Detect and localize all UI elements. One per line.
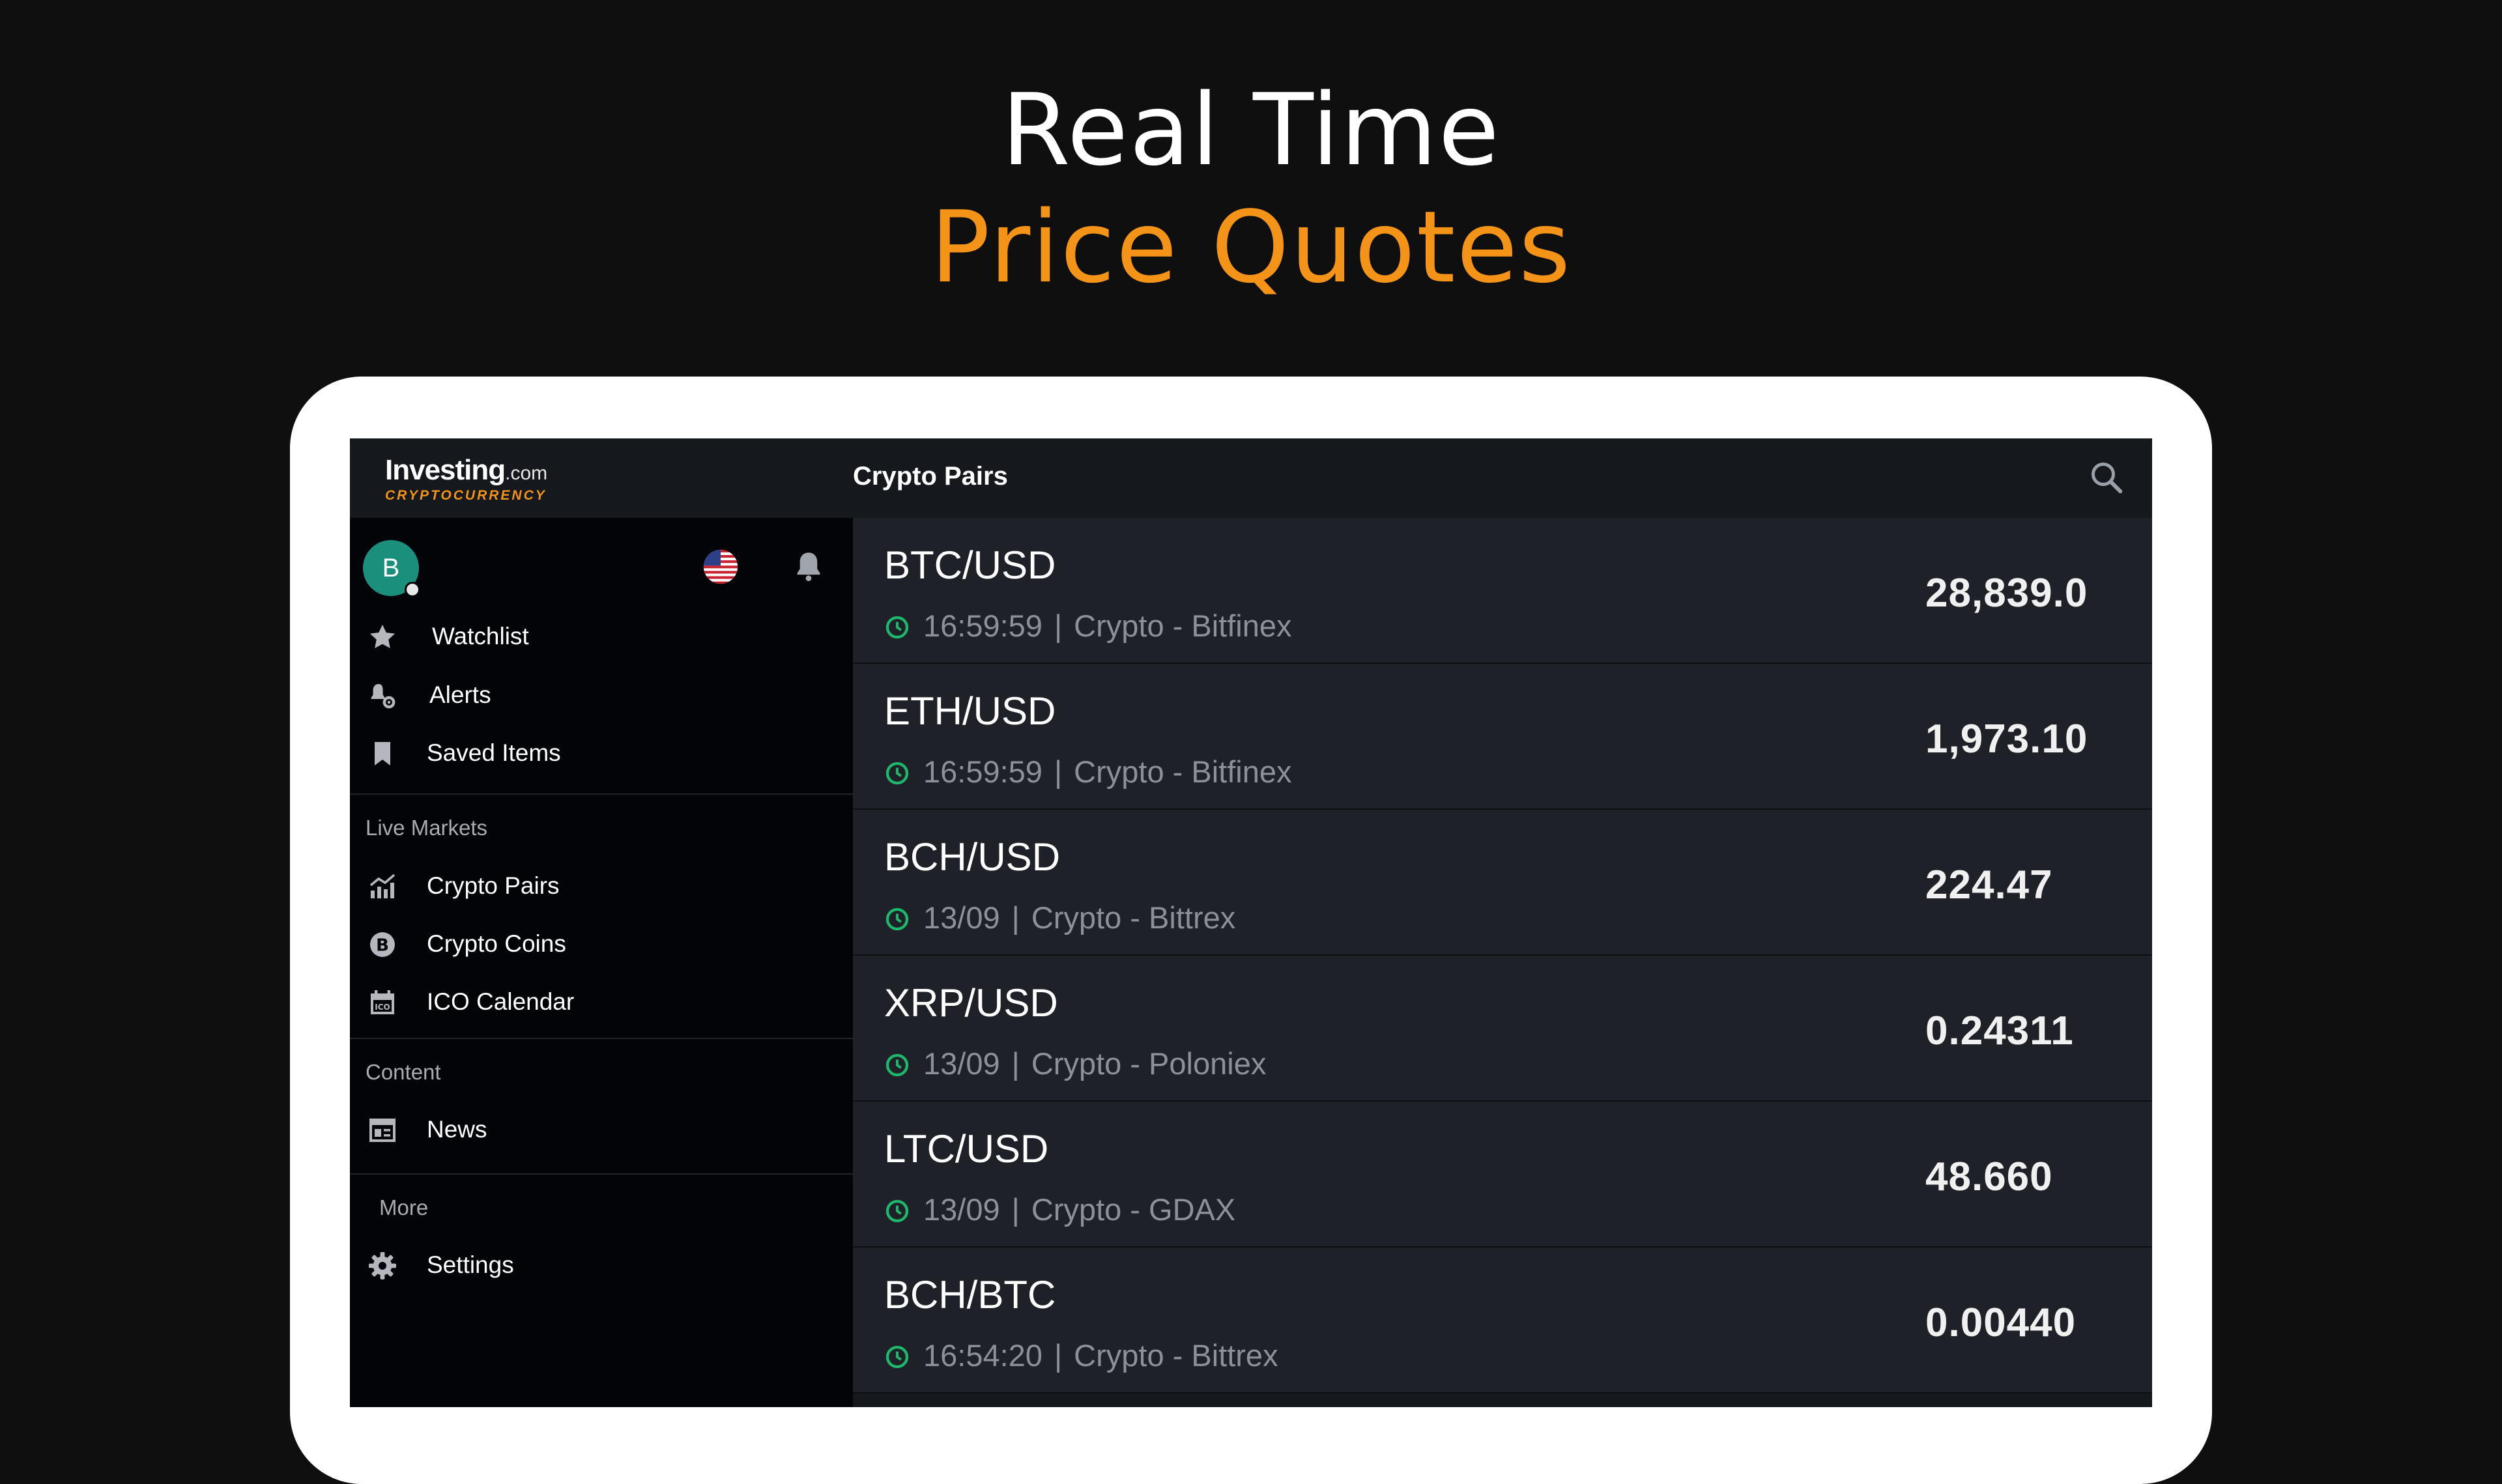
notifications-button[interactable] — [790, 548, 827, 586]
quote-price: 28,839.0 — [1925, 571, 2088, 616]
quote-pair: BTC/USD — [884, 543, 1056, 587]
sidebar-item-news[interactable]: News — [350, 1103, 853, 1155]
quote-row[interactable]: LTC/USD 13/09 | Crypto - GDAX 48.660 — [853, 1102, 2152, 1248]
sidebar-item-ico-calendar[interactable]: ICO ICO Calendar — [350, 975, 853, 1027]
divider — [350, 1038, 853, 1039]
meta-separator: | — [1011, 900, 1020, 935]
divider — [350, 1173, 853, 1175]
sidebar-item-watchlist[interactable]: Watchlist — [350, 610, 853, 662]
quote-pair: XRP/USD — [884, 981, 1058, 1025]
section-label-live-markets: Live Markets — [366, 816, 488, 840]
sidebar-item-label: ICO Calendar — [427, 988, 575, 1015]
page-title: Crypto Pairs — [853, 462, 1008, 491]
sidebar-item-saved-items[interactable]: Saved Items — [350, 726, 853, 778]
quote-price: 0.24311 — [1925, 1008, 2074, 1053]
sidebar-item-label: Crypto Pairs — [427, 872, 560, 899]
quote-row[interactable]: ETH/USD 16:59:59 | Crypto - Bitfinex 1,973… — [853, 664, 2152, 810]
sidebar-item-label: Alerts — [429, 681, 491, 708]
quote-meta: 13/09 | Crypto - Bittrex — [884, 900, 1235, 939]
quote-price: 48.660 — [1925, 1154, 2053, 1199]
chart-icon — [369, 874, 395, 898]
clock-icon — [885, 616, 909, 639]
sidebar-item-label: News — [427, 1116, 487, 1143]
quote-source: Crypto - Bittrex — [1074, 1338, 1278, 1373]
quote-pair: BCH/USD — [884, 835, 1061, 879]
news-icon — [369, 1119, 395, 1142]
quote-price: 0.00440 — [1925, 1300, 2077, 1345]
sidebar-item-label: Crypto Coins — [427, 930, 566, 957]
quote-time: 16:59:59 — [923, 754, 1042, 789]
quote-pair: ETH/USD — [884, 689, 1056, 733]
us-flag-icon — [703, 549, 738, 584]
sidebar-item-label: Saved Items — [427, 739, 561, 766]
quote-row[interactable]: BTC/USD 16:59:59 | Crypto - Bitfinex 28,83… — [853, 518, 2152, 664]
search-button[interactable] — [2087, 458, 2126, 497]
quote-price: 224.47 — [1925, 863, 2053, 907]
bookmark-icon — [375, 742, 390, 765]
quote-time: 13/09 — [923, 900, 1000, 935]
quote-meta: 16:59:59 | Crypto - Bitfinex — [884, 754, 1292, 793]
sidebar-item-label: Settings — [427, 1251, 514, 1278]
quote-source: Crypto - GDAX — [1031, 1192, 1236, 1227]
sidebar-item-crypto-pairs[interactable]: Crypto Pairs — [350, 859, 853, 911]
sidebar-item-label: Watchlist — [432, 623, 529, 649]
quote-price: 1,973.10 — [1925, 717, 2088, 762]
clock-icon — [885, 762, 909, 785]
language-flag-button[interactable] — [702, 548, 740, 586]
meta-separator: | — [1011, 1046, 1020, 1081]
quote-source: Crypto - Bittrex — [1031, 900, 1236, 935]
quote-time: 16:54:20 — [923, 1338, 1042, 1373]
quote-source: Crypto - Poloniex — [1031, 1046, 1267, 1081]
quote-source: Crypto - Bitfinex — [1074, 754, 1292, 789]
app-logo[interactable]: Investing.com CRYPTOCURRENCY — [385, 454, 547, 504]
bell-icon — [797, 552, 820, 581]
quote-pair: LTC/USD — [884, 1127, 1049, 1171]
clock-icon — [885, 1199, 909, 1223]
clock-icon — [885, 1053, 909, 1077]
logo-suffix: .com — [505, 463, 548, 484]
quote-row[interactable]: XRP/USD 13/09 | Crypto - Poloniex 0.24311 — [853, 956, 2152, 1102]
meta-separator: | — [1011, 1192, 1020, 1227]
sidebar-item-settings[interactable]: Settings — [350, 1238, 853, 1291]
meta-separator: | — [1054, 754, 1063, 789]
quote-source: Crypto - Bitfinex — [1074, 608, 1292, 643]
headline-line-1: Real Time — [1001, 72, 1501, 188]
quote-pair: BCH/BTC — [884, 1273, 1056, 1317]
quotes-list: BTC/USD 16:59:59 | Crypto - Bitfinex 28,83… — [853, 518, 2152, 1407]
meta-separator: | — [1054, 608, 1063, 643]
bell-gear-icon — [371, 684, 395, 709]
divider — [350, 793, 853, 795]
sidebar-item-crypto-coins[interactable]: B Crypto Coins — [350, 917, 853, 969]
svg-text:ICO: ICO — [375, 1003, 390, 1012]
quote-meta: 16:59:59 | Crypto - Bitfinex — [884, 608, 1292, 647]
meta-separator: | — [1054, 1338, 1063, 1373]
sidebar-item-alerts[interactable]: Alerts — [350, 668, 853, 721]
bitcoin-icon: B — [370, 932, 395, 957]
section-label-content: Content — [366, 1060, 441, 1084]
logo-main-text: Investing — [385, 454, 506, 486]
clock-icon — [885, 1345, 909, 1369]
quote-time: 13/09 — [923, 1192, 1000, 1227]
headline-line-2: Price Quotes — [930, 190, 1572, 305]
quote-meta: 13/09 | Crypto - GDAX — [884, 1191, 1235, 1231]
quote-time: 16:59:59 — [923, 608, 1042, 643]
logo-subtitle: CRYPTOCURRENCY — [385, 488, 547, 503]
quote-row[interactable]: BCH/BTC 16:54:20 | Crypto - Bittrex 0.0044… — [853, 1248, 2152, 1393]
sidebar: B Watchlist Alerts Saved Items Live Mark… — [350, 518, 853, 1407]
section-label-more: More — [379, 1195, 429, 1220]
search-icon — [2092, 463, 2123, 494]
app-screen: Investing.com CRYPTOCURRENCY Crypto Pair… — [350, 438, 2152, 1407]
svg-text:B: B — [376, 936, 389, 956]
gear-icon — [369, 1252, 396, 1279]
quote-meta: 16:54:20 | Crypto - Bittrex — [884, 1337, 1278, 1377]
quote-meta: 13/09 | Crypto - Poloniex — [884, 1046, 1266, 1085]
clock-icon — [885, 907, 909, 931]
top-bar: Investing.com CRYPTOCURRENCY Crypto Pair… — [350, 438, 2152, 518]
avatar-status-dot — [405, 582, 420, 597]
quote-time: 13/09 — [923, 1046, 1000, 1081]
star-icon — [370, 625, 395, 648]
quote-row[interactable]: BCH/USD 13/09 | Crypto - Bittrex 224.47 — [853, 810, 2152, 956]
calendar-icon: ICO — [371, 990, 394, 1014]
